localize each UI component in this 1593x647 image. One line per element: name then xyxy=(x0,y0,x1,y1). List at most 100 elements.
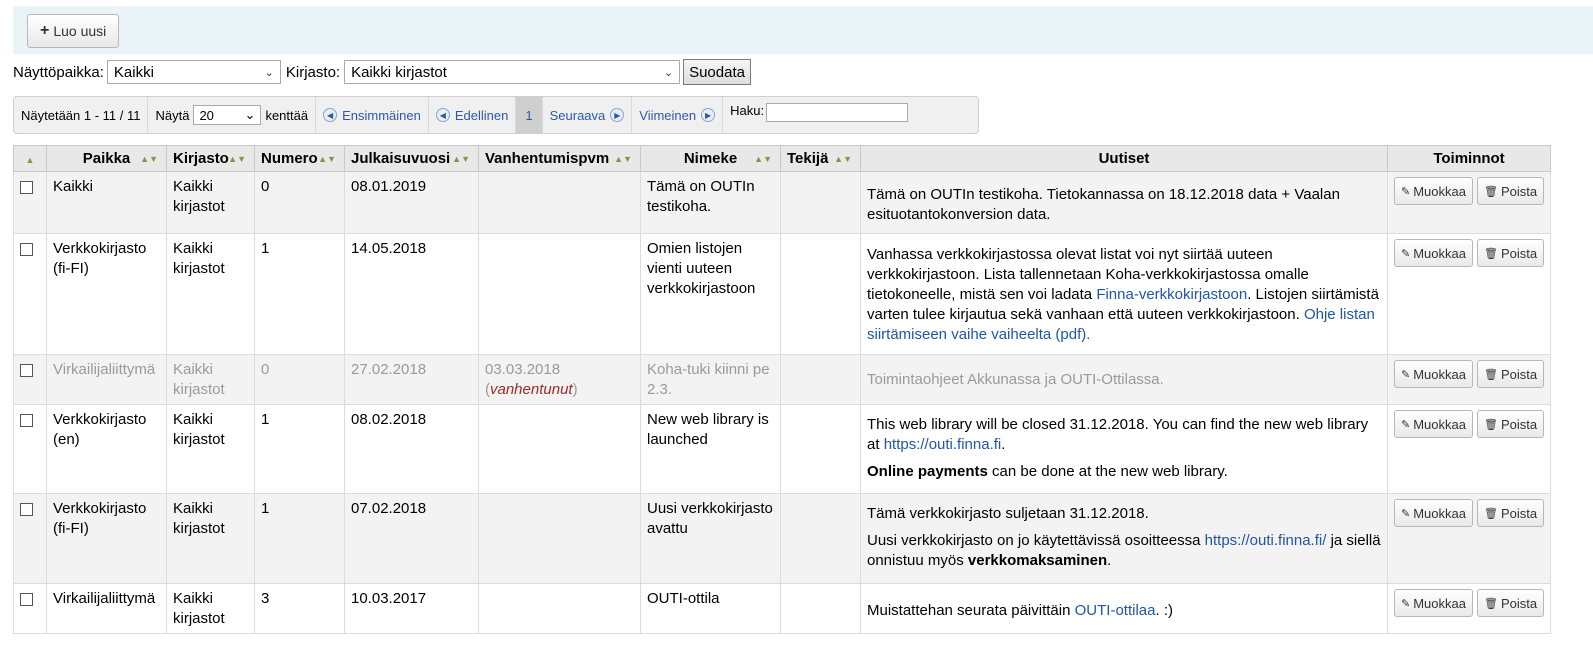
number-header-label: Numero xyxy=(261,150,318,167)
edit-button[interactable]: ✎ Muokkaa xyxy=(1394,589,1473,617)
new-entry-button[interactable]: + Luo uusi xyxy=(27,14,120,48)
title-cell: Koha-tuki kiinni pe 2.3. xyxy=(640,354,781,405)
news-text: Toimintaohjeet Akkunassa ja OUTI-Ottilas… xyxy=(867,370,1164,388)
news-text: . xyxy=(1001,436,1006,453)
title-cell: OUTI-ottila xyxy=(640,583,781,634)
author-header-label: Tekijä xyxy=(787,150,829,167)
toolbar: + Luo uusi xyxy=(13,6,1593,54)
news-text: Tämä on OUTIn testikoha. Tietokannassa o… xyxy=(867,186,1340,223)
published-cell: 27.02.2018 xyxy=(344,354,479,405)
ottila-link[interactable]: OUTI-ottilaa xyxy=(1075,602,1156,619)
news-bold-text: Online payments xyxy=(867,463,988,480)
title-column-header[interactable]: Nimeke ▲▼ xyxy=(640,145,781,172)
edit-button[interactable]: ✎ Muokkaa xyxy=(1394,360,1473,388)
chevron-down-icon: ⌄ xyxy=(663,66,674,79)
page-size-select[interactable]: 20 ⌄ xyxy=(193,105,262,125)
previous-page-button[interactable]: ◀ Edellinen xyxy=(429,97,517,133)
row-checkbox[interactable] xyxy=(20,181,33,194)
finna-link[interactable]: https://outi.finna.fi/ xyxy=(1205,532,1327,549)
news-cell: This web library will be closed 31.12.20… xyxy=(860,404,1388,494)
first-page-icon: ◀ xyxy=(323,108,338,122)
sort-icon: ▲▼ xyxy=(754,154,772,164)
delete-button[interactable]: 🗑 Poista xyxy=(1476,177,1545,205)
edit-button[interactable]: ✎ Muokkaa xyxy=(1394,239,1473,267)
author-column-header[interactable]: Tekijä ▲▼ xyxy=(780,145,861,172)
page-size-value: 20 xyxy=(199,107,214,123)
delete-button[interactable]: 🗑 Poista xyxy=(1476,589,1545,617)
finna-link[interactable]: Finna-verkkokirjastoon xyxy=(1096,286,1247,303)
new-entry-label: Luo uusi xyxy=(53,23,107,39)
library-filter-label: Kirjasto: xyxy=(285,63,341,81)
news-cell: Toimintaohjeet Akkunassa ja OUTI-Ottilas… xyxy=(860,354,1388,405)
finna-link[interactable]: https://outi.finna.fi xyxy=(884,436,1002,453)
library-column-header[interactable]: Kirjasto ▲▼ xyxy=(166,145,255,172)
library-cell: Kaikki kirjastot xyxy=(166,233,255,355)
pagination-info: Näytetään 1 - 11 / 11 xyxy=(14,97,149,133)
delete-button[interactable]: 🗑 Poista xyxy=(1476,239,1545,267)
pencil-icon: ✎ xyxy=(1401,247,1411,260)
location-select[interactable]: Kaikki ⌄ xyxy=(106,60,281,84)
edit-button[interactable]: ✎ Muokkaa xyxy=(1394,410,1473,438)
published-cell: 08.02.2018 xyxy=(344,404,479,494)
edit-button[interactable]: ✎ Muokkaa xyxy=(1394,177,1473,205)
search-label: Haku: xyxy=(730,103,765,118)
number-cell: 0 xyxy=(254,171,345,234)
library-cell: Kaikki kirjastot xyxy=(166,493,255,584)
table-row: Verkkokirjasto (fi-FI) Kaikki kirjastot … xyxy=(13,493,1551,584)
location-cell: Verkkokirjasto (fi-FI) xyxy=(46,233,167,355)
news-table: ▲ Paikka ▲▼ Kirjasto ▲▼ Numero ▲▼ Julkaisuv… xyxy=(13,145,1551,634)
location-column-header[interactable]: Paikka ▲▼ xyxy=(46,145,167,172)
current-page-button[interactable]: 1 xyxy=(516,97,543,133)
sort-icon: ▲▼ xyxy=(318,154,336,164)
delete-label: Poista xyxy=(1500,245,1538,261)
row-checkbox[interactable] xyxy=(20,503,33,516)
author-cell xyxy=(780,354,861,405)
news-cell: Vanhassa verkkokirjastossa olevat listat… xyxy=(860,233,1388,355)
table-header-row: ▲ Paikka ▲▼ Kirjasto ▲▼ Numero ▲▼ Julkaisuv… xyxy=(13,145,1551,172)
delete-button[interactable]: 🗑 Poista xyxy=(1476,360,1545,388)
next-page-button[interactable]: Seuraava ▶ xyxy=(543,97,633,133)
filter-button[interactable]: Suodata xyxy=(683,59,751,85)
author-cell xyxy=(780,583,861,634)
last-page-button[interactable]: Viimeinen ▶ xyxy=(632,97,724,133)
number-column-header[interactable]: Numero ▲▼ xyxy=(254,145,345,172)
sort-icon: ▲▼ xyxy=(614,154,632,164)
row-checkbox[interactable] xyxy=(20,593,33,606)
location-cell: Verkkokirjasto (fi-FI) xyxy=(46,493,167,584)
news-text: . xyxy=(1107,552,1112,569)
expiration-cell xyxy=(478,171,641,234)
news-text: Tämä verkkokirjasto suljetaan 31.12.2018… xyxy=(867,505,1149,522)
filter-bar: Näyttöpaikka: Kaikki ⌄ Kirjasto: Kaikki … xyxy=(13,59,751,85)
search-input[interactable] xyxy=(766,103,909,122)
sort-icon: ▲▼ xyxy=(140,154,158,164)
library-select-value: Kaikki kirjastot xyxy=(351,63,447,81)
delete-label: Poista xyxy=(1500,183,1538,199)
plus-icon: + xyxy=(40,22,50,39)
expiration-column-header[interactable]: Vanhentumispvm ▲▼ xyxy=(478,145,641,172)
delete-button[interactable]: 🗑 Poista xyxy=(1476,499,1545,527)
select-column-header[interactable]: ▲ xyxy=(13,145,47,172)
edit-label: Muokkaa xyxy=(1413,505,1466,521)
sort-ascending-icon: ▲ xyxy=(25,155,35,165)
delete-button[interactable]: 🗑 Poista xyxy=(1476,410,1545,438)
published-column-header[interactable]: Julkaisuvuosi ▲▼ xyxy=(344,145,479,172)
edit-label: Muokkaa xyxy=(1413,595,1466,611)
expired-label: vanhentunut xyxy=(490,381,573,398)
number-cell: 3 xyxy=(254,583,345,634)
expiration-cell xyxy=(478,233,641,355)
library-select[interactable]: Kaikki kirjastot ⌄ xyxy=(344,60,681,84)
first-page-button[interactable]: ◀ Ensimmäinen xyxy=(316,97,429,133)
table-row: Virkailijaliittymä Kaikki kirjastot 0 27… xyxy=(13,354,1551,405)
row-checkbox[interactable] xyxy=(20,414,33,427)
table-row: Verkkokirjasto (fi-FI) Kaikki kirjastot … xyxy=(13,233,1551,355)
expiration-cell xyxy=(478,404,641,494)
row-checkbox[interactable] xyxy=(20,364,33,377)
pencil-icon: ✎ xyxy=(1401,185,1411,198)
row-checkbox[interactable] xyxy=(20,243,33,256)
edit-button[interactable]: ✎ Muokkaa xyxy=(1394,499,1473,527)
actions-cell: ✎ Muokkaa 🗑 Poista xyxy=(1387,583,1551,634)
library-cell: Kaikki kirjastot xyxy=(166,171,255,234)
number-cell: 1 xyxy=(254,493,345,584)
delete-label: Poista xyxy=(1500,505,1538,521)
location-cell: Kaikki xyxy=(46,171,167,234)
